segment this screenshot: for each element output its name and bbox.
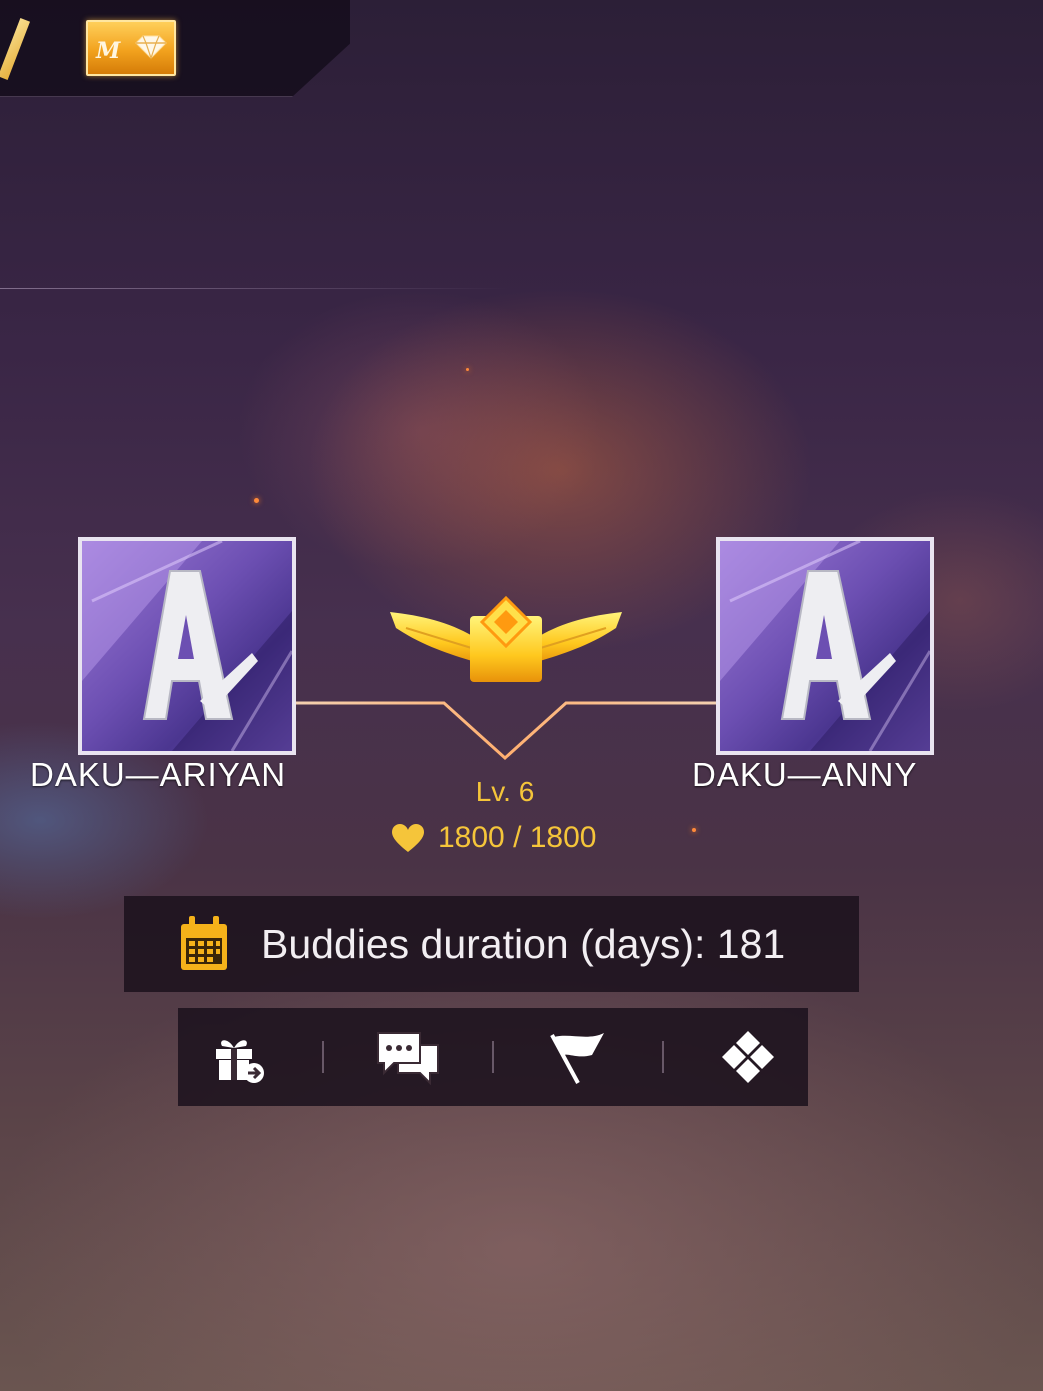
- gift-icon: [215, 1040, 264, 1083]
- buddy-level: Lv. 6: [475, 776, 535, 807]
- intimacy-value: 1800 / 1800: [438, 821, 597, 854]
- chat-icon: [376, 1032, 439, 1085]
- buddy-name-right: DAKU—ANNY: [692, 756, 918, 793]
- winged-emblem-icon: [390, 595, 622, 682]
- a-logo-icon: [82, 541, 292, 751]
- calendar-icon: [181, 916, 227, 970]
- gift-button[interactable]: [203, 1022, 273, 1092]
- duration-text: Buddies duration (days): 181: [261, 920, 786, 967]
- buddy-name-left: DAKU—ARIYAN: [30, 756, 287, 793]
- intimacy-row: 1800 / 1800: [390, 818, 596, 858]
- action-bar: [178, 1008, 808, 1106]
- a-logo-icon: [720, 541, 930, 751]
- buddy-avatar-right[interactable]: [716, 537, 934, 755]
- separator: [491, 1041, 494, 1073]
- flag-icon: [550, 1033, 605, 1084]
- buddy-avatar-left[interactable]: [78, 537, 296, 755]
- chat-button[interactable]: [373, 1022, 443, 1092]
- separator: [662, 1041, 665, 1073]
- diamond-grid-button[interactable]: [713, 1022, 783, 1092]
- heart-icon: [392, 824, 424, 852]
- separator: [321, 1041, 324, 1073]
- flag-button[interactable]: [543, 1022, 613, 1092]
- duration-panel: Buddies duration (days): 181: [124, 896, 859, 992]
- diamond-grid-icon: [722, 1031, 775, 1083]
